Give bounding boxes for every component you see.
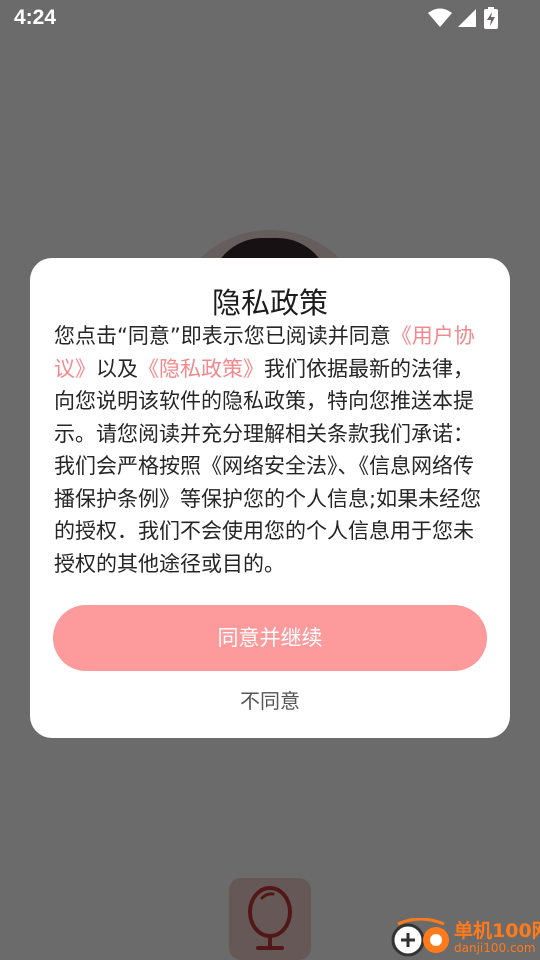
wifi-icon xyxy=(428,8,452,27)
watermark-url: danji100.com xyxy=(454,941,536,955)
watermark-logo-icon xyxy=(391,918,449,957)
status-time: 4:24 xyxy=(14,6,57,29)
status-bar: 4:24 xyxy=(0,0,540,36)
body-text-and: 以及 xyxy=(96,356,138,381)
privacy-policy-link[interactable]: 《隐私政策》 xyxy=(138,357,264,381)
dialog-body: 您点击“同意”即表示您已阅读并同意《用户协议》以及《隐私政策》我们依据最新的法律… xyxy=(54,320,486,580)
privacy-dialog: 隐私政策 您点击“同意”即表示您已阅读并同意《用户协议》以及《隐私政策》我们依据… xyxy=(30,258,510,738)
agree-continue-button[interactable]: 同意并继续 xyxy=(53,605,487,671)
body-text-intro: 您点击“同意”即表示您已阅读并同意 xyxy=(54,324,391,348)
watermark-name: 单机100网 xyxy=(454,920,540,942)
battery-charging-icon xyxy=(484,7,498,29)
cellular-signal-icon xyxy=(458,9,476,27)
disagree-button[interactable]: 不同意 xyxy=(170,684,370,718)
body-text-main: 我们依据最新的法律，向您说明该软件的隐私政策，特向您推送本提示。请您阅读并充分理… xyxy=(54,356,482,576)
watermark: 单机100网 danji100.com xyxy=(390,914,540,960)
dialog-title: 隐私政策 xyxy=(211,286,328,320)
